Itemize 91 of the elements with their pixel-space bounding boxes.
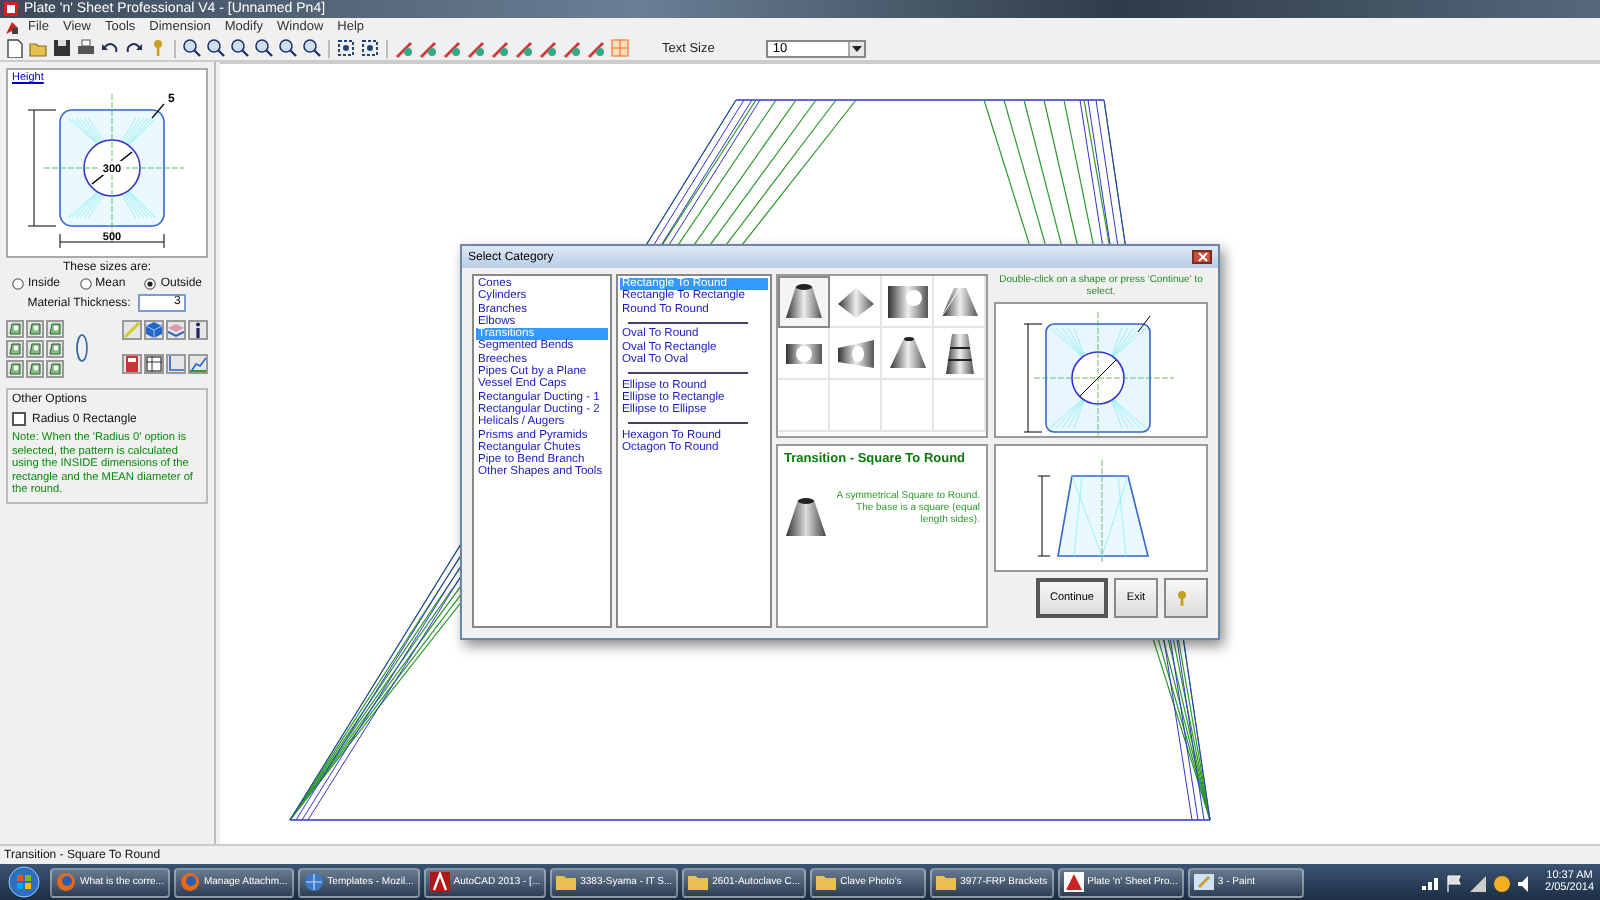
shape-icon [8,342,22,356]
app-icon [1063,872,1084,892]
shape-thumbnail[interactable] [778,328,830,380]
shape-thumbnail[interactable] [778,276,830,328]
key-icon [1176,590,1188,606]
tool-button[interactable] [122,354,142,374]
zoom-icon[interactable] [182,38,202,58]
oval-icon[interactable] [72,332,88,364]
zoom-icon[interactable] [302,38,322,58]
shape-thumbnail[interactable] [830,276,882,328]
radio-button[interactable] [79,278,92,290]
shape-tool-button[interactable] [6,320,24,338]
info-icon [190,322,206,338]
signal-icon[interactable] [1467,873,1486,891]
shape-tool-button[interactable] [6,360,24,378]
shape-thumbnail[interactable] [882,276,934,328]
dropdown-arrow-icon [852,45,863,51]
shape-tool-button[interactable] [46,360,64,378]
cube-icon [146,322,162,338]
ruler-icon [124,322,140,338]
shape-thumbnail[interactable] [934,328,986,380]
radio-button[interactable] [144,278,157,290]
drawing-tool-icon[interactable] [562,38,582,58]
empty-gallery-cell [882,380,934,432]
table-icon [146,356,162,372]
folder-icon [688,872,709,892]
chart-icon [190,356,206,372]
network-icon[interactable] [1419,873,1438,891]
help-button[interactable] [1164,578,1208,618]
zoom-icon[interactable] [230,38,250,58]
shape-tool-button[interactable] [46,320,64,338]
shape-icon [48,362,62,376]
folder-icon [816,872,837,892]
drawing-tool-icon[interactable] [394,38,414,58]
drawing-tool-icon[interactable] [442,38,462,58]
layers-icon [168,322,184,338]
shape-icon [48,322,62,336]
shape-icon [28,322,42,336]
shape-icon [28,362,42,376]
globe-icon [303,872,324,892]
frame-icon[interactable] [360,38,380,58]
zoom-icon[interactable] [206,38,226,58]
shape-tool-button[interactable] [46,340,64,358]
flag-icon[interactable] [1443,873,1462,891]
redo-icon[interactable] [124,38,144,58]
checkbox[interactable] [12,412,26,426]
app-menu-icon[interactable] [4,19,20,35]
zoom-icon[interactable] [278,38,298,58]
printer-icon[interactable] [76,38,96,58]
letter-a-icon [429,872,450,892]
app-icon [4,2,18,16]
axes-icon [168,356,184,372]
zoom-icon[interactable] [254,38,274,58]
drawing-tool-icon[interactable] [490,38,510,58]
transition-shape-icon [781,279,825,323]
drawing-tool-icon[interactable] [538,38,558,58]
drawing-tool-icon[interactable] [418,38,438,58]
start-button[interactable] [8,866,40,898]
tool-button[interactable] [144,354,164,374]
calculator-icon [124,356,140,372]
folder-icon [556,872,577,892]
shape-thumbnail[interactable] [934,276,986,328]
close-button[interactable] [1192,250,1212,264]
tool-button[interactable] [188,320,208,340]
close-icon [1197,252,1207,262]
drawing-tool-icon[interactable] [466,38,486,58]
radio-button[interactable] [12,278,24,290]
empty-gallery-cell [778,380,830,432]
shape-tool-button[interactable] [26,320,44,338]
globe-icon [179,872,200,892]
shape-icon [48,342,62,356]
drawing-tool-icon[interactable] [586,38,606,58]
frame-icon[interactable] [336,38,356,58]
drawing-tool-icon[interactable] [514,38,534,58]
save-icon[interactable] [52,38,72,58]
undo-icon[interactable] [100,38,120,58]
shape-thumbnail[interactable] [882,328,934,380]
shape-tool-button[interactable] [26,360,44,378]
shape-icon [8,362,22,376]
shape-icon [28,342,42,356]
shape-thumbnail[interactable] [830,328,882,380]
transition-shape-icon [784,494,828,542]
globe-icon [56,872,76,892]
speaker-icon[interactable] [1515,873,1534,891]
folder-icon [936,872,957,892]
paint-icon [1193,872,1214,892]
shape-tool-button[interactable] [6,340,24,358]
shape-icon [8,322,22,336]
shape-tool-button[interactable] [26,340,44,358]
empty-gallery-cell [934,380,986,432]
empty-gallery-cell [830,380,882,432]
